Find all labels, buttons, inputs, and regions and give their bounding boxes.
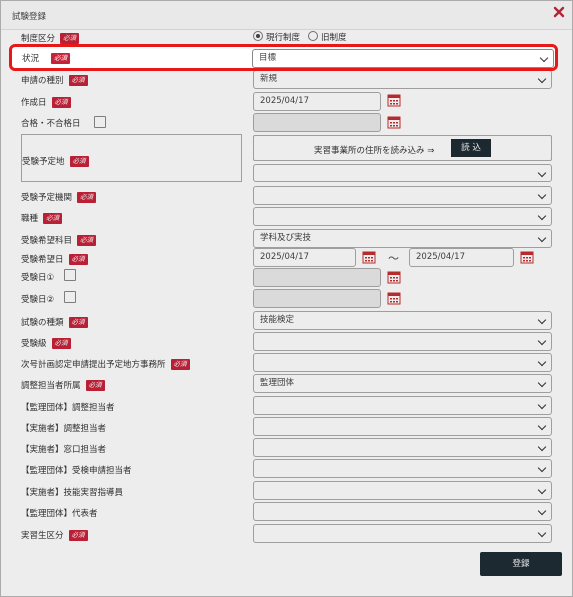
exam-date1-label: 受験日① bbox=[21, 273, 55, 283]
calendar-icon[interactable] bbox=[387, 93, 401, 107]
desired-date-from-input[interactable]: 2025/04/17 bbox=[253, 248, 356, 267]
required-badge: 必須 bbox=[68, 317, 88, 328]
dialog-titlebar: 試験登録 bbox=[1, 1, 572, 30]
trainee-category-label: 実習生区分 必須 bbox=[21, 529, 88, 541]
submission-office-label: 次号計画認定申請提出予定地方事務所 必須 bbox=[21, 358, 190, 370]
required-badge: 必須 bbox=[68, 530, 88, 541]
address-load-text: 実習事業所の住所を読み込み ⇒ bbox=[314, 146, 435, 156]
application-type-select[interactable]: 新規 bbox=[253, 70, 552, 89]
supervising-coordinator-label: 【監理団体】調整担当者 bbox=[21, 403, 115, 413]
calendar-icon[interactable] bbox=[387, 291, 401, 305]
created-date-input[interactable]: 2025/04/17 bbox=[253, 92, 381, 111]
exam-type-select[interactable]: 技能検定 bbox=[253, 311, 552, 330]
address-load-panel: 実習事業所の住所を読み込み ⇒ 読 込 bbox=[253, 135, 552, 161]
job-type-label: 職種 必須 bbox=[21, 212, 63, 224]
radio-old-system[interactable] bbox=[308, 31, 318, 41]
dialog-title: 試験登録 bbox=[12, 12, 47, 22]
desired-date-to-input[interactable]: 2025/04/17 bbox=[409, 248, 514, 267]
exam-date1-checkbox[interactable] bbox=[64, 269, 76, 281]
required-badge: 必須 bbox=[170, 359, 190, 370]
calendar-icon[interactable] bbox=[362, 250, 376, 264]
pass-date-label: 合格・不合格日 bbox=[21, 119, 81, 129]
required-badge: 必須 bbox=[68, 75, 88, 86]
calendar-icon[interactable] bbox=[387, 270, 401, 284]
supervising-coordinator-select[interactable] bbox=[253, 396, 552, 415]
radio-current-system[interactable] bbox=[253, 31, 263, 41]
supervising-exam-applicant-label: 【監理団体】受検申請担当者 bbox=[21, 466, 132, 476]
date-range-separator: 〜 bbox=[388, 252, 399, 265]
exam-date2-input bbox=[253, 289, 381, 308]
exam-location-select[interactable] bbox=[253, 164, 552, 182]
system-label: 制度区分 必須 bbox=[21, 32, 80, 44]
exam-grade-label: 受験級 必須 bbox=[21, 337, 71, 349]
calendar-icon[interactable] bbox=[520, 250, 534, 264]
exam-subject-select[interactable]: 学科及び実技 bbox=[253, 229, 552, 248]
implementer-coordinator-label: 【実施者】調整担当者 bbox=[21, 424, 107, 434]
required-badge: 必須 bbox=[68, 254, 88, 265]
implementer-instructor-select[interactable] bbox=[253, 481, 552, 500]
exam-date2-label: 受験日② bbox=[21, 295, 55, 305]
status-row-highlight: 状況 必須 目標 bbox=[9, 44, 558, 71]
job-type-select[interactable] bbox=[253, 207, 552, 226]
exam-type-label: 試験の種類 必須 bbox=[21, 316, 88, 328]
required-badge: 必須 bbox=[43, 213, 63, 224]
exam-location-label: 受験予定地 必須 bbox=[22, 155, 89, 167]
exam-desired-date-label: 受験希望日 必須 bbox=[21, 253, 88, 265]
implementer-contact-select[interactable] bbox=[253, 438, 552, 457]
close-icon[interactable] bbox=[552, 5, 566, 19]
required-badge: 必須 bbox=[77, 235, 97, 246]
exam-date1-input bbox=[253, 268, 381, 287]
pass-date-input bbox=[253, 113, 381, 132]
required-badge: 必須 bbox=[51, 338, 71, 349]
coordinator-affiliation-label: 調整担当者所属 必須 bbox=[21, 379, 105, 391]
required-badge: 必須 bbox=[69, 156, 89, 167]
exam-subject-label: 受験希望科目 必須 bbox=[21, 234, 97, 246]
required-badge: 必須 bbox=[60, 33, 80, 44]
created-date-label: 作成日 必須 bbox=[21, 96, 71, 108]
radio-current-label: 現行制度 bbox=[266, 33, 301, 43]
exam-org-label: 受験予定機関 必須 bbox=[21, 191, 97, 203]
load-address-button[interactable]: 読 込 bbox=[451, 139, 491, 157]
supervising-exam-applicant-select[interactable] bbox=[253, 459, 552, 478]
required-badge: 必須 bbox=[77, 192, 97, 203]
implementer-contact-label: 【実施者】窓口担当者 bbox=[21, 445, 107, 455]
status-select[interactable]: 目標 bbox=[252, 49, 554, 68]
register-button[interactable]: 登録 bbox=[480, 552, 562, 576]
coordinator-affiliation-select[interactable]: 監理団体 bbox=[253, 374, 552, 393]
pass-date-checkbox[interactable] bbox=[94, 116, 106, 128]
exam-location-box: 受験予定地 必須 bbox=[21, 134, 242, 182]
supervising-representative-label: 【監理団体】代表者 bbox=[21, 509, 98, 519]
status-label: 状況 必須 bbox=[22, 52, 71, 64]
submission-office-select[interactable] bbox=[253, 353, 552, 372]
exam-registration-dialog: 試験登録 制度区分 必須 現行制度 旧制度 状況 必須 目標 申請の種別 必須 新規 … bbox=[0, 0, 573, 597]
required-badge: 必須 bbox=[51, 97, 71, 108]
application-type-label: 申請の種別 必須 bbox=[21, 74, 88, 86]
supervising-representative-select[interactable] bbox=[253, 502, 552, 521]
required-badge: 必須 bbox=[85, 380, 105, 391]
exam-grade-select[interactable] bbox=[253, 332, 552, 351]
implementer-instructor-label: 【実施者】技能実習指導員 bbox=[21, 488, 124, 498]
radio-old-label: 旧制度 bbox=[321, 33, 347, 43]
implementer-coordinator-select[interactable] bbox=[253, 417, 552, 436]
exam-org-select[interactable] bbox=[253, 186, 552, 205]
required-badge: 必須 bbox=[51, 53, 71, 64]
trainee-category-select[interactable] bbox=[253, 524, 552, 543]
exam-date2-checkbox[interactable] bbox=[64, 291, 76, 303]
calendar-icon[interactable] bbox=[387, 115, 401, 129]
